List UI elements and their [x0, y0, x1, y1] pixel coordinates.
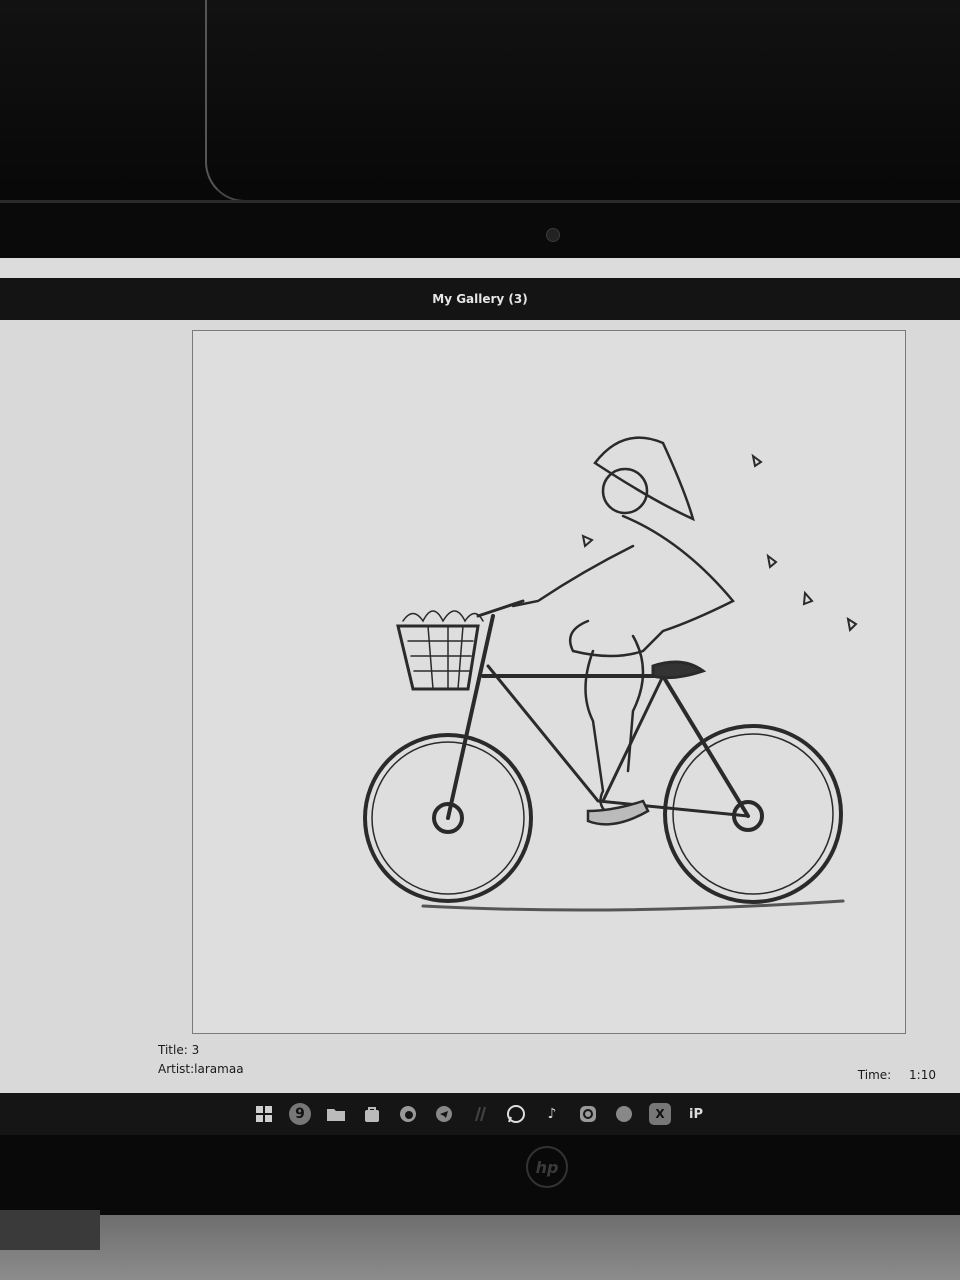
- window-title-bar[interactable]: My Gallery (3): [0, 278, 960, 320]
- file-explorer-icon[interactable]: [325, 1103, 347, 1125]
- time-label: Time:: [857, 1068, 892, 1082]
- cloud-app-icon[interactable]: [613, 1103, 635, 1125]
- gallery-viewer: Title: 3 Artist:laramaa Time: 1:10: [0, 320, 960, 1093]
- artwork-frame[interactable]: [192, 330, 906, 1034]
- artwork-sketch-girl-on-bicycle: [363, 436, 858, 912]
- artwork-title: Title: 3: [158, 1043, 200, 1057]
- laptop-top-bezel: [0, 200, 960, 263]
- ip-app-icon[interactable]: iP: [685, 1103, 707, 1125]
- window-title: My Gallery (3): [432, 292, 528, 306]
- tiktok-icon[interactable]: ♪: [541, 1103, 563, 1125]
- background-room: [0, 0, 960, 210]
- excel-icon[interactable]: X: [649, 1103, 671, 1125]
- instagram-icon[interactable]: [577, 1103, 599, 1125]
- laptop-keyboard-deck: [0, 1215, 960, 1280]
- edge-icon[interactable]: [397, 1103, 419, 1125]
- store-icon[interactable]: [361, 1103, 383, 1125]
- windows-start-icon[interactable]: [253, 1103, 275, 1125]
- slash-app-icon[interactable]: [469, 1103, 491, 1125]
- laptop-hinge: [0, 1210, 100, 1250]
- power-cable: [205, 0, 253, 202]
- laptop-bottom-bezel: [0, 1135, 960, 1215]
- telegram-icon[interactable]: [433, 1103, 455, 1125]
- windows-taskbar: 9 ♪ X iP: [0, 1093, 960, 1135]
- laptop-screen: My Gallery (3) Title: 3 Artist:laramaa T…: [0, 258, 960, 1093]
- artwork-artist: Artist:laramaa: [158, 1062, 244, 1076]
- hp-logo: hp: [526, 1146, 568, 1188]
- webcam: [546, 228, 560, 242]
- app-g-icon[interactable]: 9: [289, 1103, 311, 1125]
- time-value: 1:10: [909, 1068, 936, 1082]
- whatsapp-icon[interactable]: [505, 1103, 527, 1125]
- time-display: Time: 1:10: [858, 1068, 936, 1082]
